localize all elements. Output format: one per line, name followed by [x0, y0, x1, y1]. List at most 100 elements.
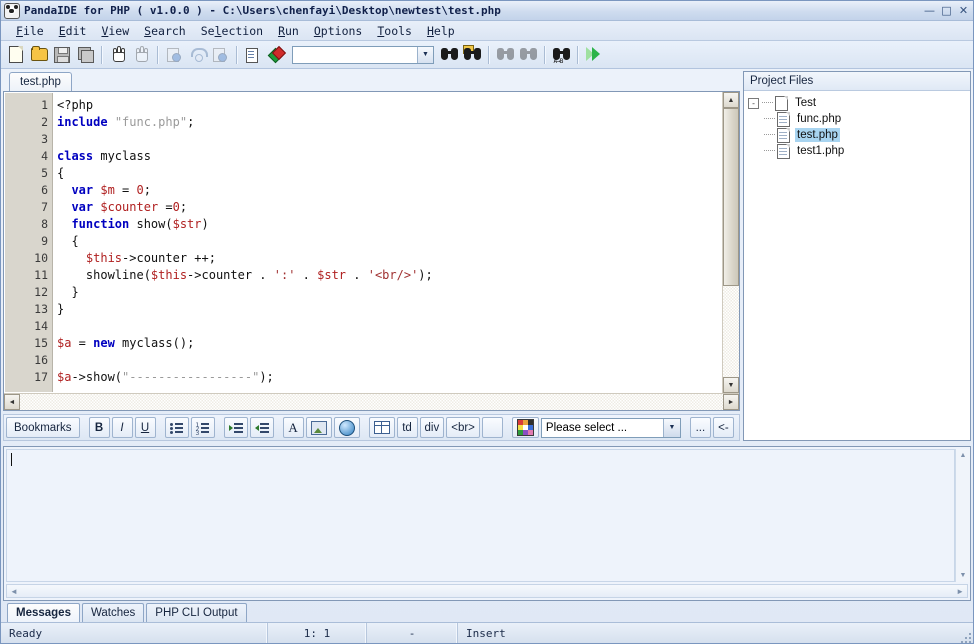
menu-view-rest: iew: [108, 24, 129, 38]
insert-br-button[interactable]: <br>: [446, 417, 480, 438]
menu-tools[interactable]: Tools: [370, 23, 420, 39]
minimize-button[interactable]: —: [922, 4, 937, 18]
find-button[interactable]: [438, 44, 460, 66]
find-next-button[interactable]: [517, 44, 539, 66]
insert-link-button[interactable]: [334, 417, 360, 438]
line-number: 13: [5, 301, 52, 318]
code-token: {: [57, 234, 79, 248]
maximize-button[interactable]: □: [939, 4, 954, 18]
menu-help[interactable]: Help: [420, 23, 463, 39]
unordered-list-button[interactable]: [165, 417, 189, 438]
editor-horizontal-scrollbar[interactable]: ◄ ►: [4, 393, 739, 410]
output-horizontal-scrollbar[interactable]: ◄ ►: [6, 584, 968, 598]
editor-vertical-scrollbar[interactable]: ▲ ▼: [722, 92, 739, 393]
editor-body[interactable]: 1 2 3 4 5 6 7 8 9 10 11 12 13: [4, 92, 722, 393]
toolbar-separator-1: [101, 46, 102, 64]
more-options-button[interactable]: ...: [690, 417, 711, 438]
code-token: '<br/>': [368, 268, 419, 282]
close-button[interactable]: ✕: [956, 4, 971, 18]
hand-button[interactable]: [107, 44, 129, 66]
code-line: include "func.php";: [57, 114, 721, 131]
insert-back-button[interactable]: <-: [713, 417, 734, 438]
tree-item-test1-php[interactable]: test1.php: [764, 143, 970, 159]
indent-button[interactable]: [224, 417, 248, 438]
output-vscroll-track[interactable]: [956, 462, 970, 569]
editor-hscroll-track[interactable]: [20, 394, 723, 410]
italic-button[interactable]: I: [112, 417, 133, 438]
menu-view[interactable]: View: [94, 23, 137, 39]
outdent-button[interactable]: [250, 417, 274, 438]
editor-tab-test-php[interactable]: test.php: [9, 72, 72, 91]
scroll-down-button[interactable]: ▼: [723, 377, 739, 393]
step-over-button[interactable]: [186, 44, 208, 66]
insert-div-button[interactable]: div: [420, 417, 445, 438]
bold-button[interactable]: B: [89, 417, 110, 438]
bookmark-toggle-button[interactable]: [265, 44, 287, 66]
hand-stop-button[interactable]: [130, 44, 152, 66]
ordered-list-button[interactable]: 123: [191, 417, 215, 438]
editor-column: test.php 1 2 3 4 5 6 7 8: [3, 71, 740, 441]
output-scroll-down-button[interactable]: ▼: [956, 569, 970, 582]
tab-messages[interactable]: Messages: [7, 603, 80, 622]
tab-php-cli-output[interactable]: PHP CLI Output: [146, 603, 246, 622]
line-number: 17: [5, 369, 52, 386]
file-icon: [777, 144, 790, 159]
insert-td-button[interactable]: td: [397, 417, 418, 438]
code-token: =: [158, 200, 172, 214]
save-icon: [54, 47, 70, 63]
step-into-button[interactable]: [209, 44, 231, 66]
underline-label: U: [141, 422, 149, 434]
text-caret: [11, 453, 12, 466]
toolbar-search-combo[interactable]: ▼: [292, 46, 434, 64]
tab-watches[interactable]: Watches: [82, 603, 144, 622]
collapse-toggle-icon[interactable]: -: [748, 98, 759, 109]
menu-run[interactable]: Run: [271, 23, 307, 39]
open-file-button[interactable]: [28, 44, 50, 66]
diamond-icon: [269, 47, 284, 62]
output-scroll-right-button[interactable]: ►: [956, 587, 964, 596]
scroll-up-button[interactable]: ▲: [723, 92, 739, 108]
menu-selection[interactable]: Selection: [194, 23, 271, 39]
output-vertical-scrollbar[interactable]: ▲ ▼: [955, 449, 970, 582]
code-token: [57, 183, 71, 197]
menu-options[interactable]: Options: [307, 23, 370, 39]
code-content[interactable]: <?phpinclude "func.php"; class myclass{ …: [53, 93, 721, 392]
blank-button[interactable]: [482, 417, 503, 438]
save-all-button[interactable]: [74, 44, 96, 66]
font-button[interactable]: A: [283, 417, 304, 438]
editor-vscroll-track[interactable]: [723, 108, 739, 377]
save-button[interactable]: [51, 44, 73, 66]
menu-edit[interactable]: Edit: [52, 23, 95, 39]
output-scroll-up-button[interactable]: ▲: [956, 449, 970, 462]
chevron-down-icon[interactable]: ▼: [417, 47, 433, 63]
insert-image-button[interactable]: [306, 417, 332, 438]
tree-node-root[interactable]: - Test: [748, 95, 970, 111]
scroll-left-button[interactable]: ◄: [4, 394, 20, 410]
bookmarks-button[interactable]: Bookmarks: [6, 417, 80, 438]
new-file-button[interactable]: [5, 44, 27, 66]
tree-item-test-php[interactable]: test.php: [764, 127, 970, 143]
code-token: }: [57, 302, 64, 316]
breakpoint-button[interactable]: [163, 44, 185, 66]
tree-connector: [764, 150, 775, 152]
task-list-button[interactable]: [242, 44, 264, 66]
messages-textarea[interactable]: [6, 449, 955, 582]
insert-table-button[interactable]: [369, 417, 395, 438]
tree-item-func-php[interactable]: func.php: [764, 111, 970, 127]
scroll-right-button[interactable]: ►: [723, 394, 739, 410]
chevron-down-icon[interactable]: ▼: [663, 419, 680, 437]
menu-file[interactable]: File: [9, 23, 52, 39]
editor-vscroll-thumb[interactable]: [723, 108, 739, 286]
underline-button[interactable]: U: [135, 417, 156, 438]
replace-button[interactable]: A→B: [550, 44, 572, 66]
run-button[interactable]: [583, 44, 605, 66]
code-token: [57, 217, 71, 231]
code-line: [57, 131, 721, 148]
output-scroll-left-button[interactable]: ◄: [10, 587, 18, 596]
find-in-files-button[interactable]: [461, 44, 483, 66]
menu-search[interactable]: Search: [137, 23, 194, 39]
color-picker-button[interactable]: [512, 417, 539, 438]
resize-grip-icon[interactable]: [957, 631, 971, 643]
find-previous-button[interactable]: [494, 44, 516, 66]
snippet-select[interactable]: Please select ... ▼: [541, 418, 681, 438]
